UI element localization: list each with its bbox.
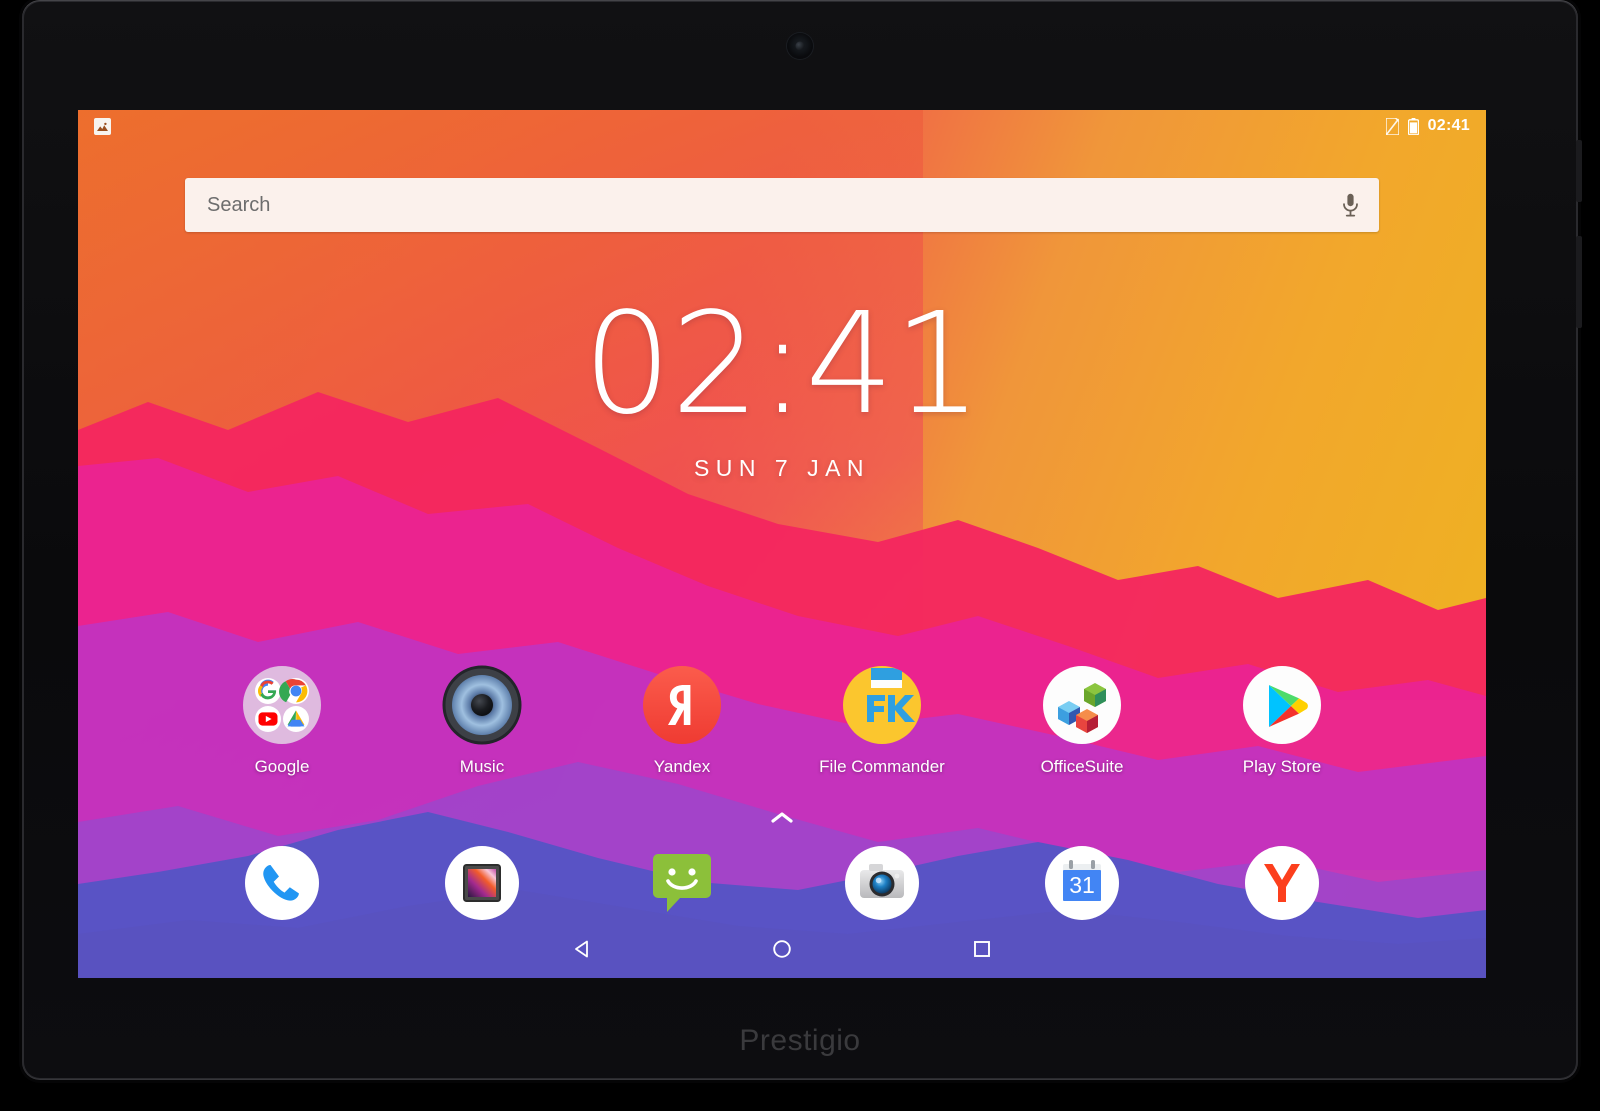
gallery-icon <box>444 845 520 921</box>
app-label: OfficeSuite <box>1040 757 1124 776</box>
dock-calendar[interactable]: 31 <box>982 845 1182 921</box>
app-google-folder[interactable]: Google <box>182 665 382 777</box>
dock-gallery[interactable] <box>382 845 582 921</box>
clock-widget[interactable]: 02:41 SUN 7 JAN <box>78 295 1486 482</box>
status-bar: 02:41 <box>78 110 1486 142</box>
volume-button[interactable] <box>1576 236 1582 328</box>
camera-icon <box>844 845 920 921</box>
clock-time: 02:41 <box>582 283 982 446</box>
battery-icon <box>1407 117 1419 135</box>
app-drawer-chevron-up-icon[interactable] <box>78 810 1486 829</box>
dock-messaging[interactable] <box>582 845 782 921</box>
device-brand-logo: Prestigio <box>739 1024 861 1057</box>
yandex-browser-icon <box>1244 845 1320 921</box>
app-label: Google <box>254 757 310 776</box>
microphone-icon[interactable] <box>1321 178 1379 232</box>
messaging-icon <box>644 845 720 921</box>
front-camera-icon <box>787 33 813 59</box>
nav-back-triangle-icon[interactable] <box>482 939 682 959</box>
status-bar-clock: 02:41 <box>1427 117 1470 134</box>
google-folder-icon <box>242 665 322 745</box>
phone-icon <box>244 845 320 921</box>
app-play-store[interactable]: Play Store <box>1182 665 1382 777</box>
yandex-icon <box>642 665 722 745</box>
dock-camera[interactable] <box>782 845 982 921</box>
nav-recents-square-icon[interactable] <box>882 939 1082 959</box>
app-label: File Commander <box>819 757 945 776</box>
tablet-device: 02:41 02:41 SUN 7 JAN <box>22 0 1582 1080</box>
tablet-screen: 02:41 02:41 SUN 7 JAN <box>78 110 1486 978</box>
file-commander-icon <box>842 665 922 745</box>
music-speaker-icon <box>442 665 522 745</box>
app-label: Play Store <box>1242 757 1322 776</box>
officesuite-icon <box>1042 665 1122 745</box>
app-yandex[interactable]: Yandex <box>582 665 782 777</box>
dock: 31 <box>78 845 1486 921</box>
calendar-day: 31 <box>1069 872 1095 898</box>
search-bar[interactable] <box>185 178 1379 232</box>
app-row: Google Music Yandex File Commander Offic… <box>78 665 1486 777</box>
calendar-icon: 31 <box>1044 845 1120 921</box>
status-bar-left <box>94 117 111 135</box>
no-sim-card-icon <box>1384 116 1400 136</box>
app-music[interactable]: Music <box>382 665 582 777</box>
app-file-commander[interactable]: File Commander <box>782 665 982 777</box>
search-input[interactable] <box>185 178 1321 232</box>
play-store-icon <box>1242 665 1322 745</box>
app-label: Music <box>459 757 505 776</box>
dock-phone[interactable] <box>182 845 382 921</box>
app-officesuite[interactable]: OfficeSuite <box>982 665 1182 777</box>
dock-yandex-browser[interactable] <box>1182 845 1382 921</box>
image-notification-icon[interactable] <box>94 117 111 135</box>
status-bar-right: 02:41 <box>1384 116 1470 136</box>
power-button[interactable] <box>1576 140 1582 202</box>
navigation-bar <box>78 920 1486 978</box>
nav-home-circle-icon[interactable] <box>682 939 882 959</box>
clock-date: SUN 7 JAN <box>693 455 871 481</box>
app-label: Yandex <box>653 757 711 776</box>
